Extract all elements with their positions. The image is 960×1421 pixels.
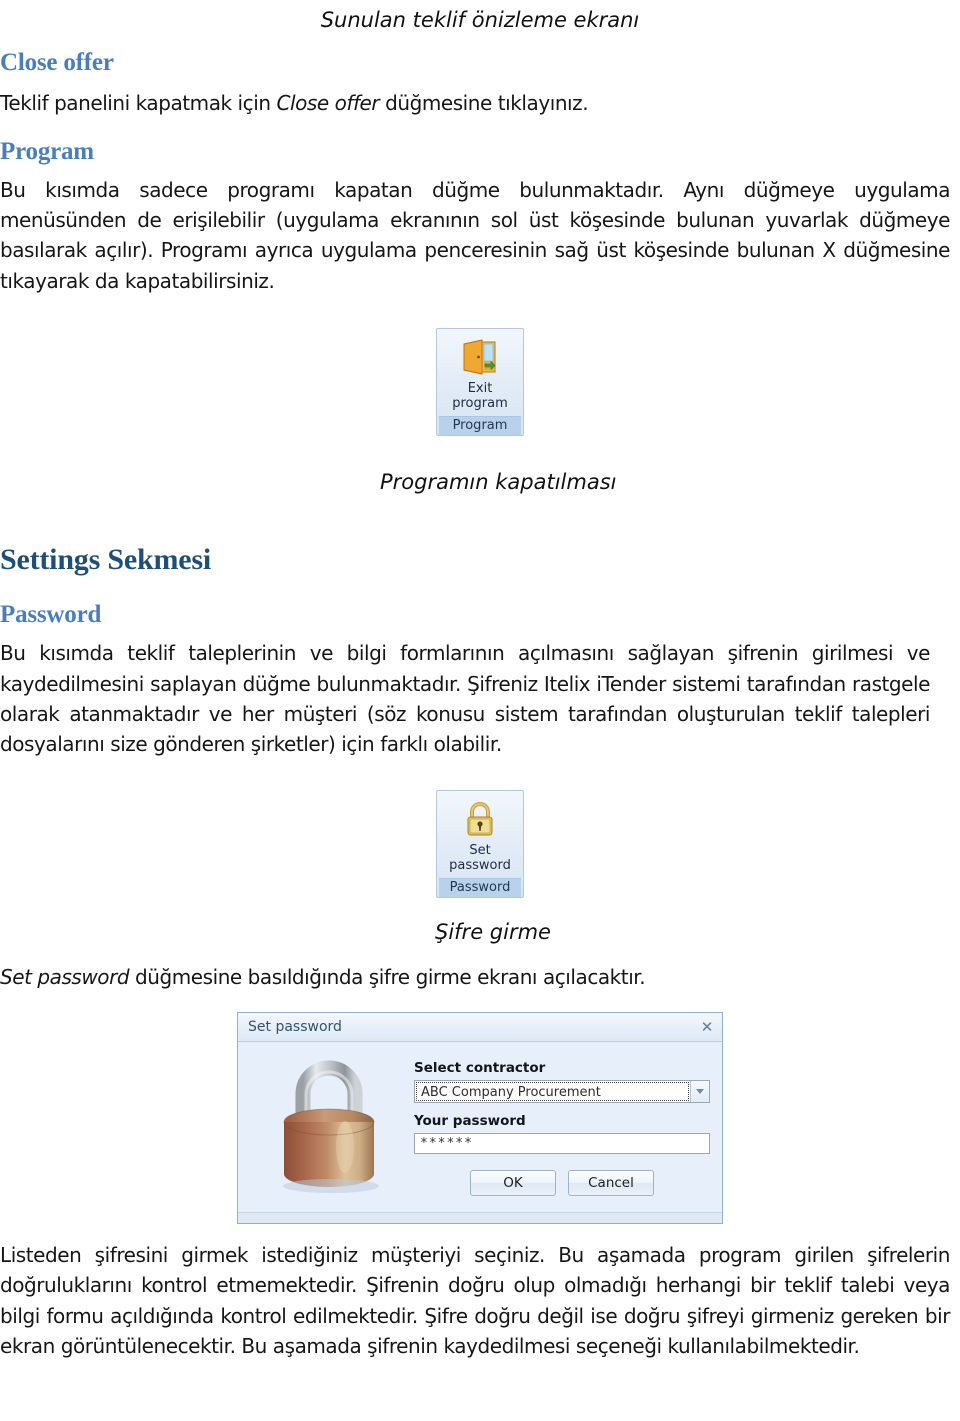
exit-program-caption: Programın kapatılması [380, 469, 617, 494]
paragraph-bottom: Listeden şifresini girmek istediğiniz mü… [0, 1243, 950, 1359]
set-password-sentence-post: düğmesine basıldığında şifre girme ekran… [129, 964, 646, 989]
select-contractor-dropdown[interactable]: ABC Company Procurement [414, 1080, 710, 1104]
set-password-label-line2: password [449, 857, 511, 873]
heading-settings-sekmesi: Settings Sekmesi [0, 543, 211, 577]
heading-close-offer: Close offer [0, 49, 114, 77]
set-password-button[interactable]: Set password Password [436, 789, 524, 898]
set-password-label-line1: Set [469, 842, 491, 858]
set-password-sentence-em: Set password [0, 964, 130, 989]
ok-button[interactable]: OK [470, 1170, 556, 1197]
set-password-caption: Şifre girme [435, 919, 551, 944]
paragraph-program: Bu kısımda sadece programı kapatan düğme… [0, 177, 950, 293]
ribbon-group-label-password: Password [439, 877, 521, 897]
paragraph-password: Bu kısımda teklif taleplerinin ve bilgi … [0, 641, 930, 757]
your-password-input[interactable]: ****** [414, 1133, 710, 1155]
paragraph-set-password-sentence: Set password düğmesine basıldığında şifr… [0, 962, 960, 992]
exit-door-icon [439, 335, 521, 379]
set-password-button-label: Set password [439, 841, 521, 878]
set-password-button-figure: Set password Password [0, 760, 960, 898]
chevron-down-icon[interactable] [690, 1081, 709, 1103]
dialog-footer [238, 1212, 722, 1224]
paragraph-close-offer-pre: Teklif panelini kapatmak için [0, 91, 277, 116]
dialog-titlebar: Set password ✕ [238, 1013, 722, 1043]
cancel-button[interactable]: Cancel [568, 1170, 654, 1197]
heading-password: Password [0, 601, 102, 629]
ribbon-group-label-program: Program [439, 415, 521, 435]
paragraph-close-offer: Teklif panelini kapatmak için Close offe… [0, 88, 960, 118]
exit-program-label-line1: Exit [467, 381, 493, 397]
heading-program: Program [0, 137, 94, 165]
top-caption: Sunulan teklif önizleme ekranı [320, 8, 640, 32]
document-page: Sunulan teklif önizleme ekranı Close off… [0, 0, 960, 1421]
exit-program-button-figure: Exit program Program [0, 296, 960, 436]
dialog-title: Set password [248, 1019, 342, 1036]
padlock-large-icon [244, 1052, 414, 1202]
dialog-body: Select contractor ABC Company Procuremen… [238, 1042, 722, 1213]
set-password-dialog: Set password ✕ Select contractor ABC Com… [237, 1012, 723, 1225]
padlock-icon [439, 797, 521, 841]
dialog-form: Select contractor ABC Company Procuremen… [414, 1052, 710, 1202]
exit-program-label-line2: program [452, 396, 508, 412]
select-contractor-value: ABC Company Procurement [416, 1082, 689, 1102]
select-contractor-label: Select contractor [414, 1060, 546, 1077]
exit-program-button[interactable]: Exit program Program [436, 328, 524, 436]
dialog-button-row: OK Cancel [414, 1166, 710, 1197]
close-icon[interactable]: ✕ [698, 1018, 716, 1036]
paragraph-close-offer-post: düğmesine tıklayınız. [379, 91, 589, 116]
paragraph-close-offer-em: Close offer [276, 91, 380, 116]
exit-program-button-label: Exit program [439, 379, 521, 416]
your-password-label: Your password [414, 1113, 526, 1130]
